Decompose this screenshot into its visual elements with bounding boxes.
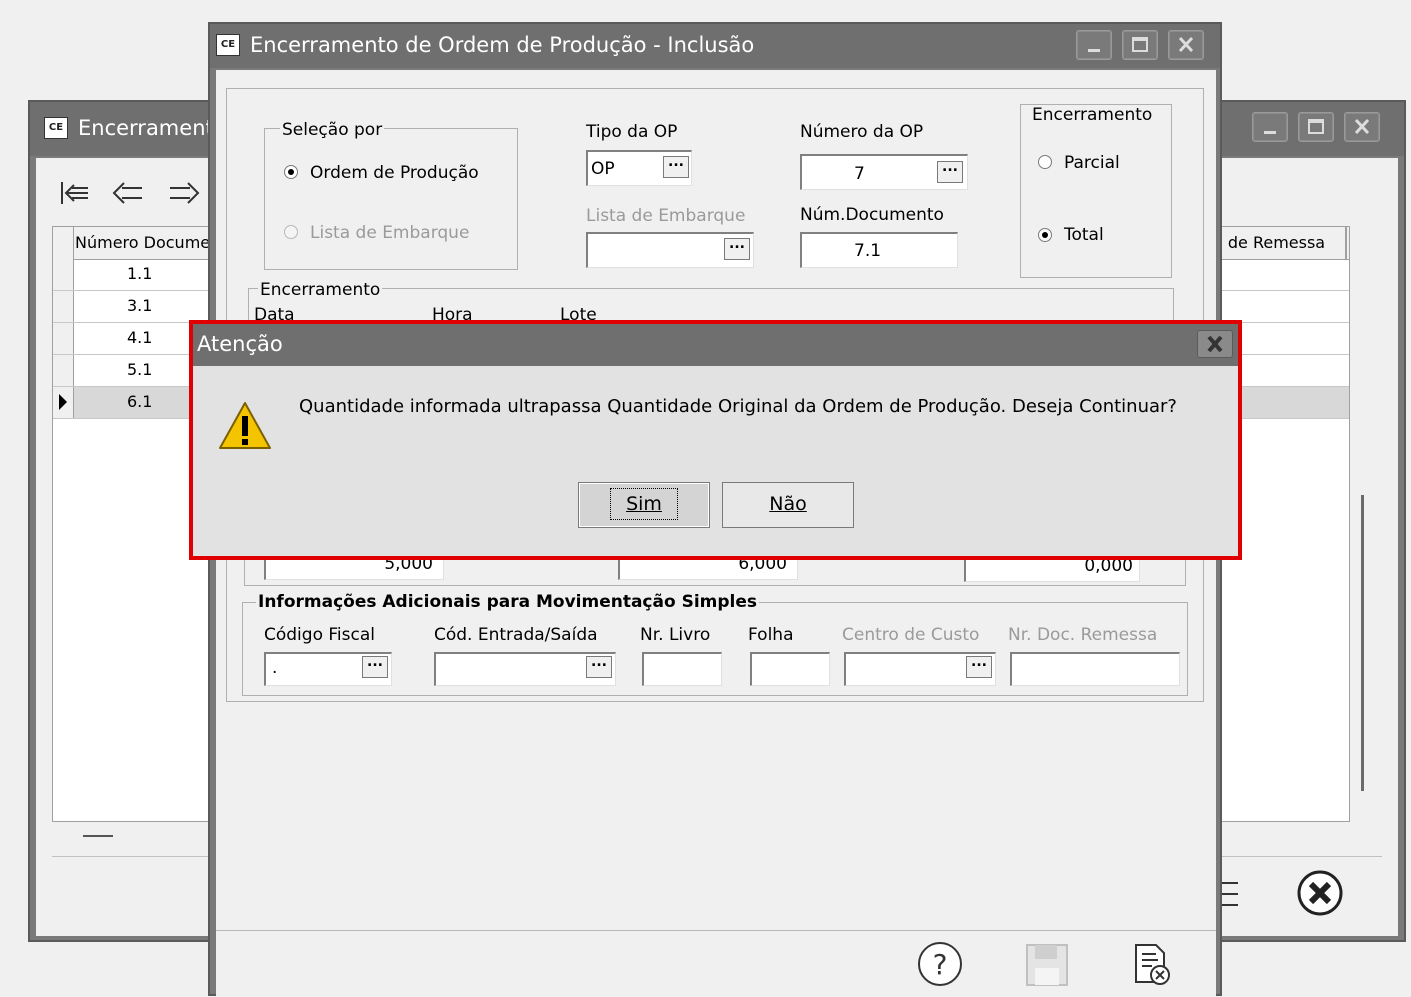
selecao-legend: Seleção por (280, 120, 385, 140)
grid-scrollbar[interactable] (1361, 495, 1364, 791)
dialog-close-button[interactable] (1197, 330, 1233, 358)
nr-doc-remessa-label: Nr. Doc. Remessa (1008, 625, 1158, 645)
folha-field[interactable] (750, 652, 830, 686)
main-window-title: Encerramento de Ordem de Produção - Incl… (250, 33, 755, 57)
radio-ordem-producao[interactable] (284, 165, 298, 179)
cod-entrada-saida-label: Cód. Entrada/Saída (434, 625, 598, 645)
radio-parcial[interactable] (1038, 155, 1052, 169)
grid-column-header-remessa[interactable]: o de Remessa (1213, 233, 1325, 252)
app-logo-icon: CE (44, 117, 68, 139)
maximize-button[interactable] (1122, 30, 1158, 60)
current-row-arrow-icon (53, 387, 74, 418)
encerramento-tipo-group (1020, 104, 1172, 278)
tipo-op-label: Tipo da OP (586, 122, 678, 142)
centro-custo-label: Centro de Custo (842, 625, 980, 645)
next-record-icon[interactable] (166, 178, 202, 208)
minimize-button[interactable] (1252, 112, 1288, 142)
cod-entrada-saida-lookup-button[interactable]: ... (586, 655, 612, 678)
info-adicionais-legend: Informações Adicionais para Movimentação… (256, 592, 760, 612)
cancel-document-icon[interactable] (1130, 942, 1176, 988)
selecao-group (264, 128, 518, 270)
previous-record-icon[interactable] (110, 178, 146, 208)
radio-total[interactable] (1038, 228, 1052, 242)
lista-embarque-lookup-button: ... (724, 237, 750, 260)
nr-livro-field[interactable] (642, 652, 722, 686)
no-button[interactable]: Não (722, 482, 854, 528)
table-cell-numero: 1.1 (127, 264, 153, 283)
centro-custo-lookup-button: ... (966, 655, 992, 678)
help-icon[interactable]: ? (916, 940, 964, 988)
radio-ordem-producao-label[interactable]: Ordem de Produção (310, 163, 479, 183)
table-cell-numero: 3.1 (127, 296, 153, 315)
table-cell-numero: 5.1 (127, 360, 153, 379)
encerramento-group-legend: Encerramento (258, 280, 383, 300)
cancel-icon[interactable] (1296, 869, 1344, 917)
svg-text:?: ? (933, 948, 948, 981)
save-icon (1026, 944, 1068, 986)
minimize-button[interactable] (1076, 30, 1112, 60)
table-cell-numero: 6.1 (127, 392, 153, 411)
codigo-fiscal-label: Código Fiscal (264, 625, 375, 645)
numero-op-lookup-button[interactable]: ... (937, 160, 963, 183)
grid-column-header-numero[interactable]: Número Docume (75, 233, 210, 252)
table-cell-numero: 4.1 (127, 328, 153, 347)
row-indicator (53, 323, 74, 354)
lista-embarque-label: Lista de Embarque (586, 206, 746, 226)
close-button[interactable] (1344, 112, 1380, 142)
nr-livro-label: Nr. Livro (640, 625, 711, 645)
attention-dialog: Atenção Quantidade informada ultrapassa … (189, 320, 1242, 560)
warning-icon (219, 402, 271, 449)
row-indicator (53, 355, 74, 386)
first-record-icon[interactable] (58, 178, 94, 208)
encerramento-tipo-legend: Encerramento (1030, 105, 1155, 125)
close-button[interactable] (1168, 30, 1204, 60)
dialog-message: Quantidade informada ultrapassa Quantida… (299, 396, 1177, 417)
tipo-op-lookup-button[interactable]: ... (663, 155, 689, 178)
radio-lista-embarque (284, 225, 298, 239)
numero-op-label: Número da OP (800, 122, 924, 142)
dialog-title: Atenção (197, 332, 283, 356)
app-logo-icon: CE (216, 34, 240, 56)
radio-lista-embarque-label: Lista de Embarque (310, 223, 470, 243)
codigo-fiscal-lookup-button[interactable]: ... (362, 655, 388, 678)
num-documento-label: Núm.Documento (800, 205, 944, 225)
main-window-titlebar[interactable]: CE Encerramento de Ordem de Produção - I… (210, 24, 1220, 68)
dialog-body (193, 366, 1238, 556)
maximize-button[interactable] (1298, 112, 1334, 142)
nr-doc-remessa-field (1010, 652, 1180, 686)
dialog-titlebar[interactable]: Atenção (193, 324, 1238, 366)
yes-button[interactable]: Sim (578, 482, 710, 528)
radio-parcial-label[interactable]: Parcial (1064, 153, 1120, 173)
row-indicator (53, 259, 74, 290)
row-indicator (53, 291, 74, 322)
folha-label: Folha (748, 625, 794, 645)
num-documento-field[interactable]: 7.1 (800, 232, 958, 268)
radio-total-label[interactable]: Total (1064, 225, 1104, 245)
back-window-title: Encerrament (78, 116, 214, 140)
